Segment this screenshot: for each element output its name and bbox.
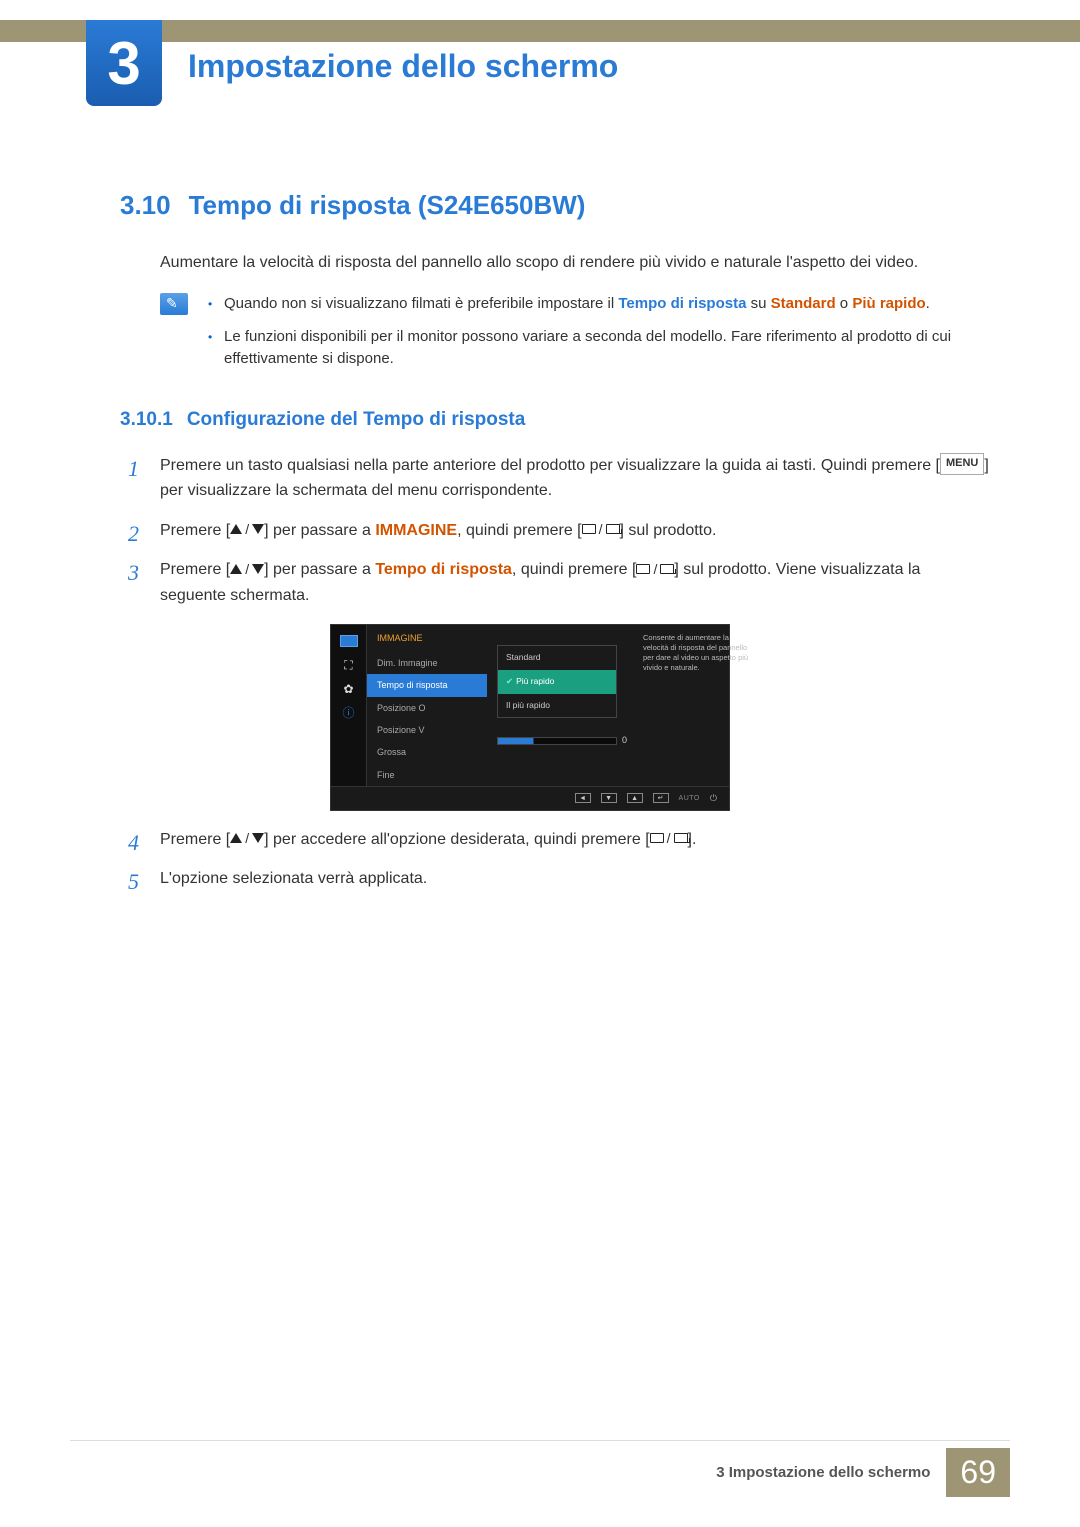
up-down-icon: / bbox=[230, 827, 264, 849]
section-number: 3.10 bbox=[120, 190, 171, 221]
keyword-piu-rapido: Più rapido bbox=[852, 295, 925, 312]
osd-screenshot: ⛶ ✿ ⓘ IMMAGINE Dim. Immagine Tempo di ri… bbox=[330, 624, 730, 810]
note-item: Quando non si visualizzano filmati è pre… bbox=[208, 293, 990, 316]
step-1: Premere un tasto qualsiasi nella parte a… bbox=[120, 453, 990, 504]
keyword-standard: Standard bbox=[771, 295, 836, 312]
nav-up-icon: ▲ bbox=[627, 793, 643, 803]
note-icon bbox=[160, 293, 188, 315]
step-4: Premere [/] per accedere all'opzione des… bbox=[120, 827, 990, 853]
note-block: Quando non si visualizzano filmati è pre… bbox=[160, 293, 990, 381]
content-area: 3.10 Tempo di risposta (S24E650BW) Aumen… bbox=[120, 190, 990, 906]
select-enter-icon: / bbox=[636, 558, 674, 580]
step-3: Premere [/] per passare a Tempo di rispo… bbox=[120, 557, 990, 810]
up-down-icon: / bbox=[230, 558, 264, 580]
nav-left-icon: ◄ bbox=[575, 793, 591, 803]
power-icon: ⏻ bbox=[710, 791, 717, 805]
osd-menu-item: Fine bbox=[367, 764, 487, 786]
menu-button-icon: MENU bbox=[940, 453, 984, 475]
note-list: Quando non si visualizzano filmati è pre… bbox=[208, 293, 990, 381]
osd-tooltip: Consente di aumentare la velocità di ris… bbox=[643, 633, 753, 672]
up-down-icon: / bbox=[230, 518, 264, 540]
subsection-number: 3.10.1 bbox=[120, 409, 173, 431]
footer-rule bbox=[70, 1440, 1010, 1441]
steps-list: Premere un tasto qualsiasi nella parte a… bbox=[120, 453, 990, 892]
osd-slider bbox=[497, 737, 617, 745]
chapter-number-tab: 3 bbox=[86, 20, 162, 106]
osd-main: IMMAGINE Dim. Immagine Tempo di risposta… bbox=[367, 625, 729, 786]
select-enter-icon: / bbox=[650, 827, 688, 849]
page-footer: 3 Impostazione dello schermo 69 bbox=[716, 1448, 1010, 1497]
osd-slider-value: 0 bbox=[622, 733, 627, 747]
page-number: 69 bbox=[946, 1448, 1010, 1497]
info-icon: ⓘ bbox=[340, 707, 358, 719]
osd-menu-item-selected: Tempo di risposta bbox=[367, 674, 487, 696]
auto-label: AUTO bbox=[679, 793, 700, 804]
osd-menu: Dim. Immagine Tempo di risposta Posizion… bbox=[367, 652, 487, 786]
select-enter-icon: / bbox=[582, 518, 620, 540]
section-title: Tempo di risposta (S24E650BW) bbox=[189, 190, 586, 221]
top-bar bbox=[0, 20, 1080, 42]
keyword-tempo: Tempo di risposta bbox=[618, 295, 746, 312]
osd-sub-item-selected: ✔Più rapido bbox=[498, 670, 616, 694]
step-2: Premere [/] per passare a IMMAGINE, quin… bbox=[120, 518, 990, 544]
expand-icon: ⛶ bbox=[340, 659, 358, 671]
footer-section-label: 3 Impostazione dello schermo bbox=[716, 1464, 930, 1481]
monitor-icon bbox=[340, 635, 358, 647]
check-icon: ✔ bbox=[506, 676, 513, 686]
osd-sub-item: Il più rapido bbox=[498, 694, 616, 718]
osd-menu-item: Posizione O bbox=[367, 697, 487, 719]
nav-down-icon: ▼ bbox=[601, 793, 617, 803]
keyword-immagine: IMMAGINE bbox=[375, 522, 457, 539]
section-heading: 3.10 Tempo di risposta (S24E650BW) bbox=[120, 190, 990, 221]
osd-submenu: Standard ✔Più rapido Il più rapido bbox=[497, 645, 617, 718]
intro-paragraph: Aumentare la velocità di risposta del pa… bbox=[160, 251, 990, 275]
osd-sub-item: Standard bbox=[498, 646, 616, 670]
chapter-title: Impostazione dello schermo bbox=[188, 48, 618, 85]
subsection-title: Configurazione del Tempo di risposta bbox=[187, 409, 526, 431]
osd-menu-item: Dim. Immagine bbox=[367, 652, 487, 674]
nav-enter-icon: ↵ bbox=[653, 793, 669, 803]
note-item: Le funzioni disponibili per il monitor p… bbox=[208, 326, 990, 371]
keyword-tempo-risposta: Tempo di risposta bbox=[375, 561, 512, 578]
osd-sidebar: ⛶ ✿ ⓘ bbox=[331, 625, 367, 786]
subsection-heading: 3.10.1 Configurazione del Tempo di rispo… bbox=[120, 409, 990, 431]
osd-footer: ◄ ▼ ▲ ↵ AUTO ⏻ bbox=[331, 786, 729, 809]
osd-menu-item: Grossa bbox=[367, 741, 487, 763]
step-5: L'opzione selezionata verrà applicata. bbox=[120, 866, 990, 892]
gear-icon: ✿ bbox=[340, 683, 358, 695]
osd-menu-item: Posizione V bbox=[367, 719, 487, 741]
